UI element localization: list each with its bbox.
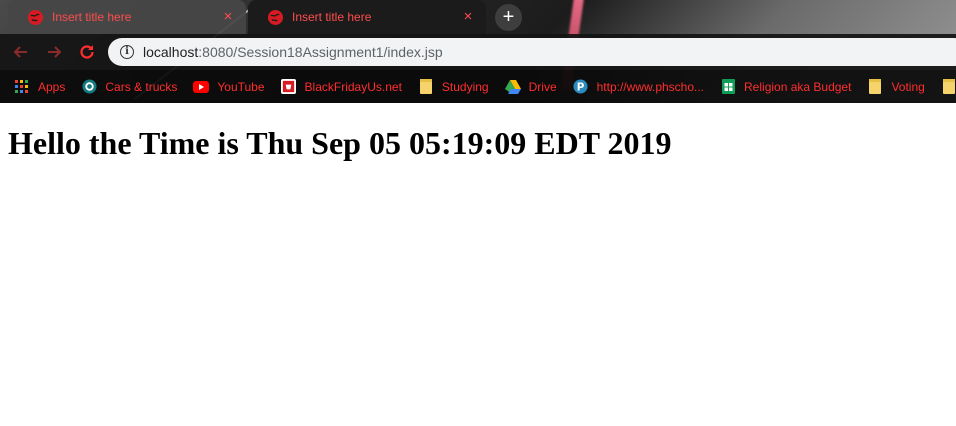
bookmark-youtube[interactable]: YouTube xyxy=(193,79,265,95)
new-tab-button[interactable]: + xyxy=(495,4,522,31)
pinterest-icon: P xyxy=(573,79,589,95)
bookmark-drive[interactable]: Drive xyxy=(504,79,557,95)
bookmark-label: BlackFridayUs.net xyxy=(304,79,402,94)
close-tab-icon[interactable]: × xyxy=(460,9,476,25)
bookmark-apps[interactable]: Apps xyxy=(14,79,65,95)
forward-arrow-icon[interactable] xyxy=(44,42,64,62)
circle-logo-icon xyxy=(81,79,97,95)
sheets-icon xyxy=(720,79,736,95)
tab-2[interactable]: Insert title here × xyxy=(248,0,486,34)
youtube-icon xyxy=(193,79,210,95)
reload-icon[interactable] xyxy=(77,42,97,62)
bookmark-label: Studying xyxy=(441,79,489,94)
bookmark-label: Cars & trucks xyxy=(105,79,178,94)
back-arrow-icon[interactable] xyxy=(11,42,31,62)
folder-icon xyxy=(418,79,434,95)
url-path: :8080/Session18Assignment1/index.jsp xyxy=(198,44,443,60)
globe-icon xyxy=(268,9,283,25)
close-tab-icon[interactable]: × xyxy=(220,9,236,25)
bookmark-label: Drive xyxy=(528,79,557,94)
bookmark-phschool[interactable]: P http://www.phscho... xyxy=(573,79,704,95)
tab-1[interactable]: Insert title here × xyxy=(8,0,246,34)
tab-title: Insert title here xyxy=(52,10,132,24)
bookmark-label: http://www.phscho... xyxy=(596,79,705,94)
apps-grid-icon xyxy=(14,79,30,95)
globe-icon xyxy=(28,9,43,25)
bookmark-label: YouTube xyxy=(217,79,265,94)
drive-icon xyxy=(504,79,521,95)
tab-title: Insert title here xyxy=(292,10,372,24)
folder-icon xyxy=(941,79,956,95)
bookmark-label: Voting xyxy=(891,79,925,94)
svg-text:P: P xyxy=(577,81,585,93)
blackfriday-icon xyxy=(281,79,297,95)
bookmark-overflow[interactable] xyxy=(941,79,956,95)
bookmark-label: Religion aka Budget xyxy=(744,79,852,94)
bookmarks-bar: Apps Cars & trucks YouTube BlackFridayUs… xyxy=(0,70,956,103)
bookmark-voting[interactable]: Voting xyxy=(867,79,925,95)
page-heading: Hello the Time is Thu Sep 05 05:19:09 ED… xyxy=(8,125,672,161)
toolbar: i localhost:8080/Session18Assignment1/in… xyxy=(0,34,956,70)
bookmark-label: Apps xyxy=(38,79,66,94)
info-icon[interactable]: i xyxy=(120,45,134,59)
address-bar[interactable]: i localhost:8080/Session18Assignment1/in… xyxy=(108,38,956,66)
url-host: localhost xyxy=(143,44,199,60)
browser-chrome: Insert title here × Insert title here × … xyxy=(0,0,956,103)
folder-icon xyxy=(867,79,883,95)
bookmark-studying[interactable]: Studying xyxy=(418,79,489,95)
bookmark-religion-budget[interactable]: Religion aka Budget xyxy=(720,79,851,95)
tab-strip: Insert title here × Insert title here × … xyxy=(0,0,956,34)
bookmark-blackfriday[interactable]: BlackFridayUs.net xyxy=(281,79,402,95)
bookmark-cars-trucks[interactable]: Cars & trucks xyxy=(81,79,177,95)
